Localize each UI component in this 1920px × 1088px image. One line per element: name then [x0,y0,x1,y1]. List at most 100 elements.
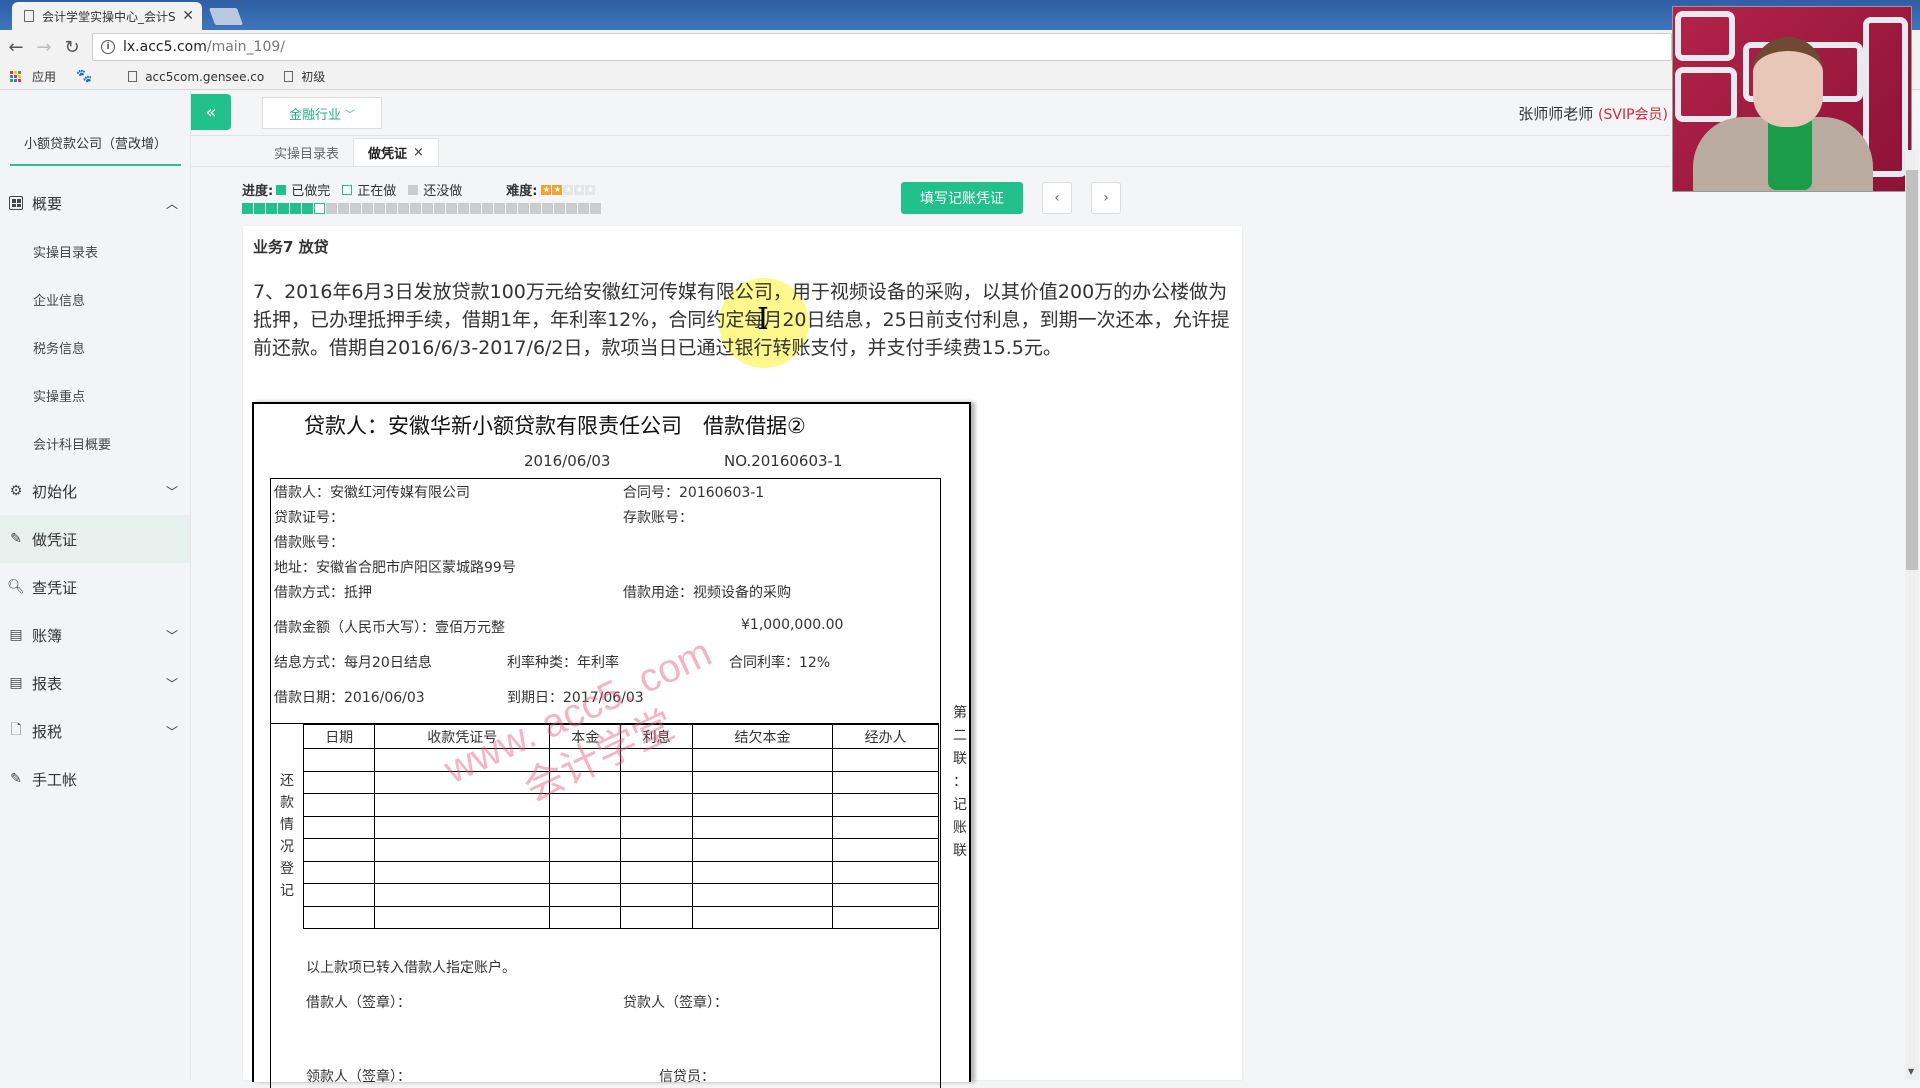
bookmark-apps[interactable]: 应用 [10,68,56,85]
sidebar-item-key-points[interactable]: 实操重点 [0,371,190,419]
table-cell [620,793,693,817]
prev-task-button[interactable]: ‹ [1042,182,1072,214]
table-cell [832,860,939,884]
scrollbar-thumb[interactable] [1906,170,1918,570]
label-char: 情 [280,817,294,833]
legend-done: 已做完 [291,184,331,199]
progress-cell[interactable] [314,203,325,214]
progress-cell[interactable] [494,203,505,214]
progress-cell[interactable] [374,203,385,214]
voucher-number: NO.20160603-1 [724,452,843,470]
sidebar-item-label: 查凭证 [32,578,78,597]
table-cell [549,905,622,929]
progress-cell[interactable] [590,203,601,214]
progress-cell[interactable] [278,203,289,214]
sidebar-item-label: 账簿 [32,626,63,645]
new-tab-button[interactable] [208,8,244,25]
sidebar-item-tax-info[interactable]: 税务信息 [0,323,190,371]
sidebar-item-label: 手工帐 [32,770,78,789]
bookmark-gensee[interactable]: acc5com.gensee.co [128,70,264,84]
page-scrollbar[interactable]: ▼ [1905,150,1919,1080]
sidebar-item-initialize[interactable]: ⚙ 初始化 ﹀ [0,467,190,515]
chevron-down-icon: ﹀ [165,628,178,643]
fill-voucher-button[interactable]: 填写记账凭证 [901,182,1023,214]
industry-dropdown[interactable]: 金融行业 ﹀ [262,97,382,129]
industry-label: 金融行业 [288,107,341,123]
report-icon: ▤ [9,675,23,691]
chevron-down-icon: ﹀ [345,109,355,121]
progress-cell[interactable] [482,203,493,214]
table-row [302,883,939,907]
bookmarks-bar: 应用 🐾 acc5com.gensee.co 初级 [0,64,1920,90]
back-icon[interactable]: ← [4,35,28,59]
progress-cell[interactable] [242,203,253,214]
sidebar-item-catalog[interactable]: 实操目录表 [0,227,190,275]
sidebar-item-accounts-overview[interactable]: 会计科目概要 [0,419,190,467]
user-info[interactable]: 张师师老师 (SVIP会员) [1518,103,1668,124]
next-task-button[interactable]: › [1091,182,1121,214]
progress-cell[interactable] [578,203,589,214]
label-char: 款 [280,795,294,811]
progress-cell[interactable] [362,203,373,214]
progress-cell[interactable] [350,203,361,214]
sidebar-item-reports[interactable]: ▤ 报表 ﹀ [0,659,190,707]
sidebar-item-company-info[interactable]: 企业信息 [0,275,190,323]
task-description: 7、2016年6月3日发放贷款100万元给安徽红河传媒有限公司，用于视频设备的采… [253,281,1230,359]
column-header: 结欠本金 [691,724,834,749]
progress-cell[interactable] [254,203,265,214]
label-char: 第 [953,705,967,721]
browser-tab[interactable]: 会计学堂实操中心_会计S ✕ [12,2,202,30]
star-icon: ★ [563,184,574,195]
progress-cell[interactable] [518,203,529,214]
progress-cell[interactable] [338,203,349,214]
progress-cell[interactable] [458,203,469,214]
progress-cell[interactable] [470,203,481,214]
table-cell [832,905,939,929]
voucher-body: 借款人：安徽红河传媒有限公司 合同号：20160603-1 贷款证号： 存款账号… [270,478,941,1088]
scroll-down-icon[interactable]: ▼ [1908,1067,1914,1076]
table-cell [374,838,551,862]
address-bar[interactable]: i lx.acc5.com/main_109/ [92,33,1672,61]
progress-cell[interactable] [506,203,517,214]
reload-icon[interactable]: ↻ [60,35,84,59]
progress-cell[interactable] [554,203,565,214]
contract-rate: 合同利率：12% [729,655,831,671]
page-icon [128,71,138,82]
progress-cell[interactable] [266,203,277,214]
column-header: 利息 [620,724,693,749]
progress-cell[interactable] [446,203,457,214]
progress-cell[interactable] [422,203,433,214]
sidebar-item-search-voucher[interactable]: 🔍︎ 查凭证 [0,563,190,611]
progress-cell[interactable] [386,203,397,214]
label-char: 记 [953,797,967,813]
address: 地址：安徽省合肥市庐阳区蒙城路99号 [274,560,516,576]
collapse-sidebar-button[interactable]: « [191,94,231,130]
tab-catalog[interactable]: 实操目录表 [260,138,353,166]
close-icon[interactable]: × [413,145,424,160]
progress-cell[interactable] [566,203,577,214]
progress-cell[interactable] [530,203,541,214]
progress-cell[interactable] [410,203,421,214]
label-char: 记 [280,883,294,899]
progress-cell[interactable] [302,203,313,214]
tab-make-voucher[interactable]: 做凭证 × [353,138,439,166]
progress-cell[interactable] [434,203,445,214]
bookmark-baidu[interactable]: 🐾 [76,69,108,84]
sidebar-item-make-voucher[interactable]: ✎ 做凭证 [0,515,190,563]
close-tab-icon[interactable]: ✕ [182,8,194,24]
sidebar-item-overview[interactable]: 概要 ︿ [0,179,190,227]
bookmark-chuji[interactable]: 初级 [284,68,325,85]
table-row [302,748,939,772]
progress-cell[interactable] [398,203,409,214]
sidebar-item-ledger[interactable]: ▤ 账簿 ﹀ [0,611,190,659]
progress-cell[interactable] [326,203,337,214]
table-cell [374,793,551,817]
forward-icon[interactable]: → [32,35,56,59]
voucher-date: 2016/06/03 [524,452,611,470]
progress-cell[interactable] [290,203,301,214]
sidebar-item-tax-filing[interactable]: 🗋 报税 ﹀ [0,707,190,755]
progress-cell[interactable] [542,203,553,214]
info-icon[interactable]: i [101,40,115,54]
contract-no: 合同号：20160603-1 [623,485,765,501]
sidebar-item-manual-ledger[interactable]: ✎ 手工帐 [0,755,190,803]
